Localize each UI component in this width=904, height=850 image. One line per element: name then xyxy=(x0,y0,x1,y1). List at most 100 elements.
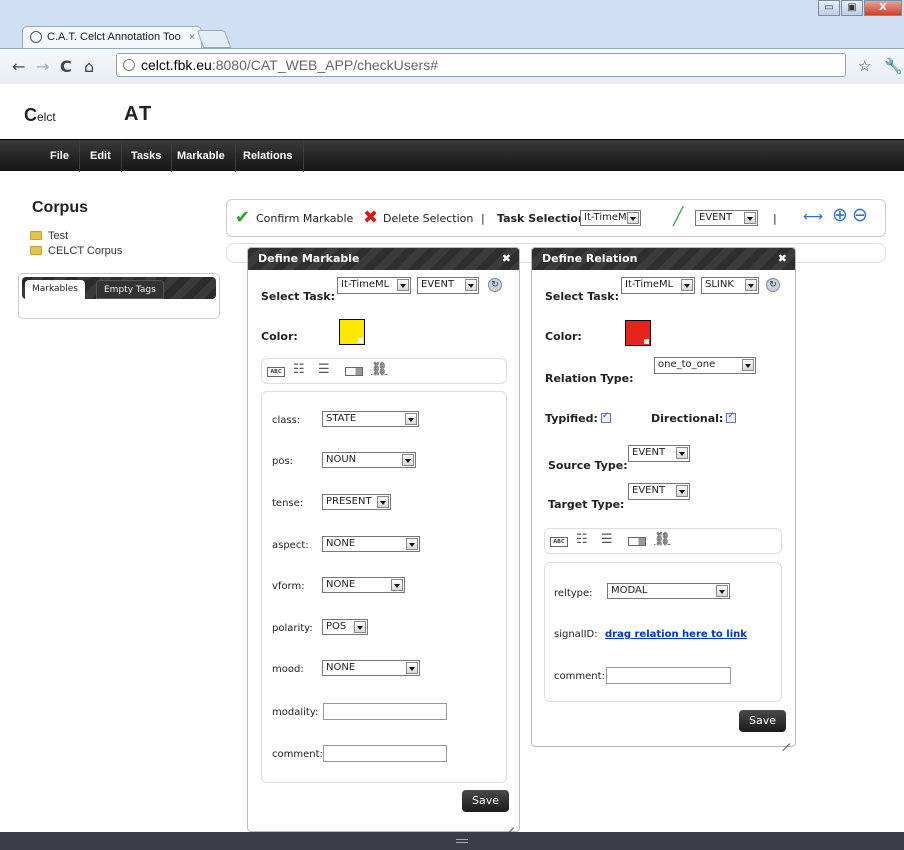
chevron-down-icon xyxy=(716,585,728,597)
globe-icon xyxy=(123,59,135,71)
radio-list-icon[interactable]: ☷ xyxy=(576,532,588,547)
corpus-item-test[interactable]: Test xyxy=(30,230,68,242)
menu-relations[interactable]: Relations xyxy=(233,140,304,172)
relation-task-select[interactable]: It-TimeML xyxy=(621,277,695,294)
dialog-titlebar[interactable]: Define Relation xyxy=(532,248,795,270)
typified-checkbox[interactable] xyxy=(600,411,611,423)
polarity-select[interactable]: POS xyxy=(322,619,368,635)
refresh-icon[interactable]: ↻ xyxy=(766,278,780,292)
chevron-down-icon xyxy=(391,579,403,591)
menu-markable[interactable]: Markable xyxy=(167,140,236,172)
class-label: class: xyxy=(272,415,301,426)
celct-logo: Celct xyxy=(24,105,56,125)
tab-empty-tags[interactable]: Empty Tags xyxy=(96,280,164,299)
folder-icon xyxy=(30,231,42,240)
refresh-icon[interactable]: ↻ xyxy=(488,278,502,292)
relation-type-select[interactable]: one_to_one xyxy=(654,357,756,374)
address-bar[interactable]: celct.fbk.eu:8080/CAT_WEB_APP/checkUsers… xyxy=(116,53,846,77)
field-type-toolbar: ABC ☷ ☰ ⛓ xyxy=(544,528,782,554)
dropdown-field-icon[interactable] xyxy=(345,367,363,376)
dialog-titlebar[interactable]: Define Markable xyxy=(248,248,519,270)
corpus-item-celct[interactable]: CELCT Corpus xyxy=(30,245,122,257)
modality-input[interactable] xyxy=(323,703,447,720)
drag-handle-icon[interactable] xyxy=(456,839,468,843)
markables-panel: Markables Empty Tags xyxy=(18,273,220,319)
class-select[interactable]: STATE xyxy=(322,411,419,427)
cat-logo: AT xyxy=(124,103,154,125)
vform-select[interactable]: NONE xyxy=(322,577,405,593)
pencil-icon[interactable]: ╱ xyxy=(673,207,683,227)
comment-input[interactable] xyxy=(323,745,447,762)
home-icon[interactable]: ⌂ xyxy=(84,57,94,76)
text-field-icon[interactable]: ABC xyxy=(267,367,285,377)
menu-file[interactable]: File xyxy=(40,140,80,172)
window-controls: ▭ ▣ X xyxy=(817,0,902,16)
browser-tab[interactable]: C.A.T. Celct Annotation Too × xyxy=(22,26,202,48)
link-chain-icon[interactable]: ⛓ xyxy=(654,532,671,547)
menu-edit[interactable]: Edit xyxy=(80,140,122,172)
maximize-button[interactable]: ▣ xyxy=(841,0,863,16)
reload-icon[interactable]: C xyxy=(60,57,72,76)
color-label: Color: xyxy=(545,330,582,343)
signal-drop-link[interactable]: drag relation here to link xyxy=(605,629,747,640)
delete-selection-button[interactable]: Delete Selection xyxy=(383,212,473,225)
relation-tag-select[interactable]: SLINK xyxy=(701,277,759,294)
event-select[interactable]: EVENT xyxy=(695,210,758,226)
back-arrow-icon[interactable]: ← xyxy=(12,57,25,76)
reltype-select[interactable]: MODAL xyxy=(607,583,730,599)
aspect-select[interactable]: NONE xyxy=(322,536,420,552)
tense-select[interactable]: PRESENT xyxy=(322,494,391,510)
url-host: celct.fbk.eu xyxy=(141,57,212,73)
dialog-title: Define Relation xyxy=(542,252,638,265)
task-select[interactable]: It-TimeML xyxy=(580,210,641,226)
zoom-out-icon[interactable]: ⊖ xyxy=(852,204,868,226)
comment-input[interactable] xyxy=(606,667,731,684)
mood-select[interactable]: NONE xyxy=(322,660,420,676)
close-window-button[interactable]: X xyxy=(864,0,902,16)
dropdown-field-icon[interactable] xyxy=(628,537,646,546)
vform-label: vform: xyxy=(272,581,305,592)
wrench-icon[interactable]: 🔧 xyxy=(884,57,903,75)
pos-label: pos: xyxy=(272,456,294,467)
comment-label: comment: xyxy=(554,671,605,682)
resize-handle[interactable] xyxy=(506,818,516,828)
save-button[interactable]: Save xyxy=(462,790,510,812)
star-icon[interactable]: ☆ xyxy=(858,57,871,75)
link-chain-icon[interactable]: ⛓ xyxy=(371,362,388,377)
radio-list-icon[interactable]: ☷ xyxy=(293,362,305,377)
target-type-select[interactable]: EVENT xyxy=(628,483,690,500)
confirm-markable-button[interactable]: Confirm Markable xyxy=(256,212,353,225)
close-icon[interactable]: ✖ xyxy=(502,252,511,265)
directional-checkbox[interactable] xyxy=(726,411,737,423)
define-markable-dialog: Define Markable ✖ Select Task: It-TimeML… xyxy=(247,247,520,832)
chevron-down-icon xyxy=(681,279,693,291)
tab-close-icon[interactable]: × xyxy=(189,27,195,48)
zoom-in-icon[interactable]: ⊕ xyxy=(832,204,848,226)
checkmark-icon[interactable]: ✔ xyxy=(235,207,250,228)
text-field-icon[interactable]: ABC xyxy=(550,537,568,547)
checkbox-list-icon[interactable]: ☰ xyxy=(601,532,613,547)
markable-tag-select[interactable]: EVENT xyxy=(417,277,479,294)
resize-handle[interactable] xyxy=(782,734,792,744)
signal-label: signalID: xyxy=(554,629,598,640)
directional-label: Directional: xyxy=(651,411,737,425)
minimize-button[interactable]: ▭ xyxy=(818,0,840,16)
markable-task-select[interactable]: It-TimeML xyxy=(337,277,411,294)
close-icon[interactable]: ✖ xyxy=(778,252,787,265)
color-swatch[interactable] xyxy=(625,320,651,346)
pos-select[interactable]: NOUN xyxy=(322,452,416,468)
chevron-down-icon xyxy=(676,485,688,497)
new-tab-button[interactable] xyxy=(196,30,232,48)
expand-arrows-icon[interactable]: ⟷ xyxy=(803,209,823,225)
menu-tasks[interactable]: Tasks xyxy=(121,140,173,172)
source-type-label: Source Type: xyxy=(548,459,628,472)
chevron-down-icon xyxy=(744,212,756,224)
delete-x-icon[interactable]: ✖ xyxy=(363,207,378,228)
page-favicon-icon xyxy=(30,31,42,43)
tab-markables[interactable]: Markables xyxy=(25,280,85,299)
checkbox-list-icon[interactable]: ☰ xyxy=(318,362,330,377)
forward-arrow-icon[interactable]: → xyxy=(36,57,49,76)
save-button[interactable]: Save xyxy=(739,710,787,732)
source-type-select[interactable]: EVENT xyxy=(628,445,690,462)
color-swatch[interactable] xyxy=(339,319,365,345)
